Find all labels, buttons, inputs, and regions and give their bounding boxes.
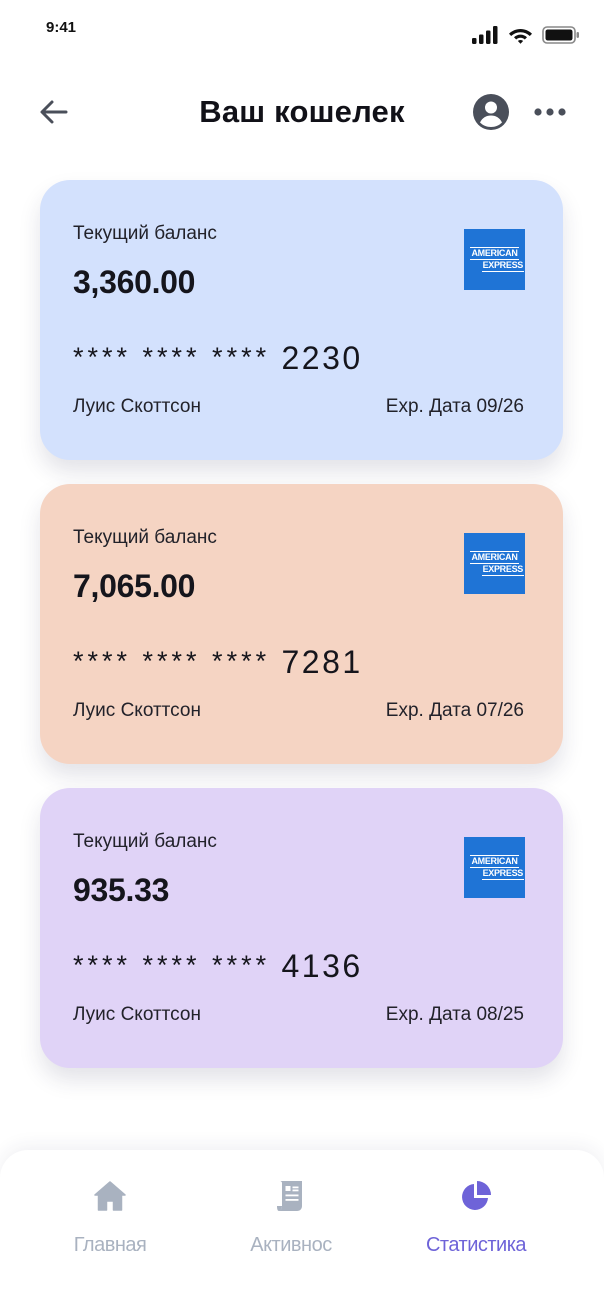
brand-line1: AMERICAN bbox=[470, 247, 519, 260]
wallet-screen: 9:41 Ваш кошелек Текущий баланс 3,360.00… bbox=[0, 0, 604, 1306]
more-dots-icon bbox=[534, 108, 566, 116]
card-holder-name: Луис Скоттсон bbox=[73, 700, 201, 721]
card-number-last4: 4136 bbox=[281, 948, 363, 984]
status-icons bbox=[472, 26, 580, 44]
card-number-mask: **** **** **** bbox=[73, 646, 271, 676]
activity-receipt-icon bbox=[273, 1178, 309, 1214]
nav-label-statistics: Статистика bbox=[425, 1234, 527, 1256]
card-number: **** **** **** 7281 bbox=[73, 644, 363, 681]
balance-label: Текущий баланс bbox=[73, 527, 217, 548]
amex-logo-icon: AMERICAN EXPRESS bbox=[464, 229, 525, 290]
card-expiry: Exp. Дата 09/26 bbox=[385, 396, 524, 417]
wallet-card[interactable]: Текущий баланс 7,065.00 AMERICAN EXPRESS… bbox=[40, 484, 563, 764]
wifi-icon bbox=[509, 29, 532, 44]
brand-line1: AMERICAN bbox=[470, 855, 519, 868]
amex-logo-icon: AMERICAN EXPRESS bbox=[464, 533, 525, 594]
balance-label: Текущий баланс bbox=[73, 223, 217, 244]
balance-label: Текущий баланс bbox=[73, 831, 217, 852]
more-options-button[interactable] bbox=[532, 98, 568, 126]
nav-label-activity: Активнос bbox=[250, 1234, 332, 1256]
balance-amount: 3,360.00 bbox=[73, 264, 196, 300]
brand-line1: AMERICAN bbox=[470, 551, 519, 564]
user-avatar-icon bbox=[473, 94, 509, 130]
brand-line2: EXPRESS bbox=[481, 868, 524, 880]
battery-icon bbox=[542, 26, 579, 44]
card-number-mask: **** **** **** bbox=[73, 342, 271, 372]
brand-line2: EXPRESS bbox=[481, 260, 524, 272]
card-number-mask: **** **** **** bbox=[73, 950, 271, 980]
balance-amount: 935.33 bbox=[73, 872, 170, 908]
card-number-last4: 2230 bbox=[281, 340, 363, 376]
nav-item-statistics[interactable]: Статистика bbox=[396, 1178, 556, 1268]
card-number: **** **** **** 2230 bbox=[73, 340, 363, 377]
status-bar: 9:41 bbox=[0, 0, 604, 60]
signal-icon bbox=[472, 26, 498, 44]
nav-item-activity[interactable]: Активнос bbox=[211, 1178, 371, 1268]
pie-chart-icon bbox=[458, 1178, 494, 1214]
amex-logo-icon: AMERICAN EXPRESS bbox=[464, 837, 525, 898]
card-expiry: Exp. Дата 08/25 bbox=[385, 1004, 524, 1025]
nav-label-home: Главная bbox=[73, 1234, 147, 1256]
card-holder-name: Луис Скоттсон bbox=[73, 396, 201, 417]
bottom-nav: Главная Активнос Статистика bbox=[0, 1150, 604, 1306]
brand-line2: EXPRESS bbox=[481, 564, 524, 576]
card-number: **** **** **** 4136 bbox=[73, 948, 363, 985]
profile-button[interactable] bbox=[472, 93, 510, 131]
page-title: Ваш кошелек bbox=[199, 94, 405, 129]
card-number-last4: 7281 bbox=[281, 644, 363, 680]
header: Ваш кошелек bbox=[0, 80, 604, 144]
home-icon bbox=[92, 1178, 128, 1214]
wallet-card[interactable]: Текущий баланс 935.33 AMERICAN EXPRESS *… bbox=[40, 788, 563, 1068]
balance-amount: 7,065.00 bbox=[73, 568, 196, 604]
nav-item-home[interactable]: Главная bbox=[30, 1178, 190, 1268]
card-holder-name: Луис Скоттсон bbox=[73, 1004, 201, 1025]
card-expiry: Exp. Дата 07/26 bbox=[385, 700, 524, 721]
wallet-card[interactable]: Текущий баланс 3,360.00 AMERICAN EXPRESS… bbox=[40, 180, 563, 460]
status-time: 9:41 bbox=[46, 19, 77, 36]
